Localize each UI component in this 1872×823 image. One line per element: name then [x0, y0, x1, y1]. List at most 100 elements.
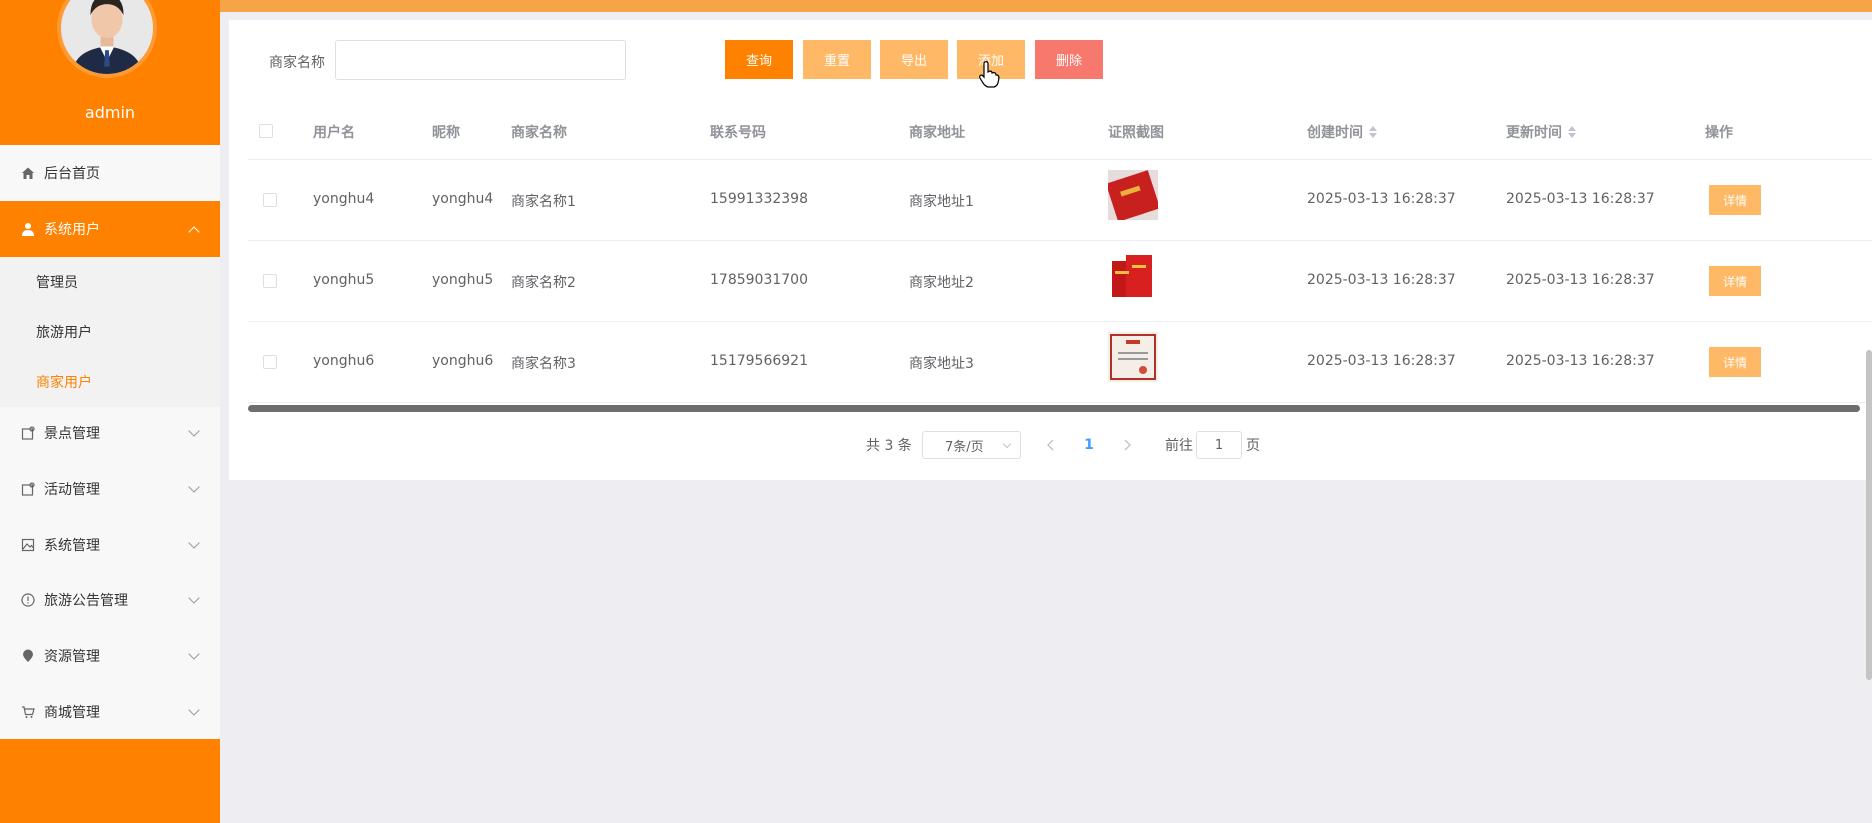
top-bar: [220, 0, 1872, 12]
column-header-label: 创建时间: [1307, 125, 1363, 141]
menu-item-announcements[interactable]: 旅游公告管理: [0, 572, 220, 628]
tag-icon: [20, 481, 36, 497]
menu-item-attractions[interactable]: 景点管理: [0, 405, 220, 461]
menu-item-mall[interactable]: 商城管理: [0, 684, 220, 740]
column-header-username: 用户名: [313, 125, 355, 141]
cell-nickname: yonghu4: [432, 191, 494, 207]
horizontal-scrollbar[interactable]: [248, 405, 1860, 412]
menu-item-home[interactable]: 后台首页: [0, 145, 220, 201]
license-thumbnail[interactable]: [1108, 251, 1158, 301]
cell-phone: 17859031700: [710, 272, 808, 288]
row-checkbox[interactable]: [263, 274, 277, 288]
cart-icon: [20, 704, 36, 720]
cell-username: yonghu6: [313, 353, 375, 369]
next-page-button[interactable]: [1120, 431, 1134, 459]
cell-address: 商家地址1: [909, 194, 974, 210]
cell-address: 商家地址3: [909, 356, 974, 372]
cell-shop-name: 商家名称3: [511, 356, 576, 372]
column-header-shop-name: 商家名称: [511, 125, 567, 141]
column-header-label: 更新时间: [1506, 125, 1562, 141]
cell-shop-name: 商家名称2: [511, 275, 576, 291]
menu-item-label: 系统管理: [44, 538, 100, 554]
goto-label: 前往: [1165, 438, 1193, 454]
select-all-checkbox[interactable]: [259, 124, 273, 138]
shop-name-search-input[interactable]: [335, 40, 626, 80]
sidebar-header: admin: [0, 0, 220, 145]
row-checkbox[interactable]: [263, 193, 277, 207]
menu-item-label: 商城管理: [44, 705, 100, 721]
menu-item-system-users[interactable]: 系统用户: [0, 201, 220, 257]
location-icon: [20, 648, 36, 664]
cell-phone: 15991332398: [710, 191, 808, 207]
cell-username: yonghu4: [313, 191, 375, 207]
chevron-down-icon: [188, 592, 200, 604]
delete-button[interactable]: 删除: [1035, 40, 1103, 79]
prev-page-button[interactable]: [1044, 431, 1058, 459]
column-header-created-time[interactable]: 创建时间: [1307, 122, 1377, 142]
sidebar-footer: [0, 739, 220, 823]
goto-page-input[interactable]: 1: [1196, 431, 1242, 459]
detail-button[interactable]: 详情: [1709, 266, 1761, 296]
chevron-down-icon: [188, 425, 200, 437]
menu-item-label: 旅游公告管理: [44, 593, 128, 609]
cell-created-time: 2025-03-13 16:28:37: [1307, 191, 1456, 207]
license-thumbnail[interactable]: [1108, 332, 1158, 382]
vertical-scrollbar[interactable]: [1866, 350, 1872, 680]
user-icon: [20, 221, 36, 237]
chevron-left-icon: [1047, 439, 1054, 451]
sidebar: admin 后台首页 系统用户 管理员 旅游用户 商家用户 景点管理 活动管理: [0, 0, 220, 823]
menu-item-label: 活动管理: [44, 482, 100, 498]
query-button[interactable]: 查询: [725, 40, 793, 79]
chevron-down-icon: [188, 704, 200, 716]
table-row: yonghu6 yonghu6 商家名称3 15179566921 商家地址3 …: [248, 322, 1872, 403]
column-header-actions: 操作: [1705, 125, 1733, 141]
column-header-license-image: 证照截图: [1108, 125, 1164, 141]
cell-created-time: 2025-03-13 16:28:37: [1307, 272, 1456, 288]
cell-nickname: yonghu5: [432, 272, 494, 288]
home-icon: [20, 165, 36, 181]
page-suffix-label: 页: [1246, 438, 1260, 454]
detail-button[interactable]: 详情: [1709, 347, 1761, 377]
reset-button[interactable]: 重置: [803, 40, 871, 79]
cell-phone: 15179566921: [710, 353, 808, 369]
picture-icon: [20, 537, 36, 553]
cell-address: 商家地址2: [909, 275, 974, 291]
menu-item-resources[interactable]: 资源管理: [0, 628, 220, 684]
license-thumbnail[interactable]: [1108, 170, 1158, 220]
detail-button[interactable]: 详情: [1709, 185, 1761, 215]
chevron-down-icon: [188, 481, 200, 493]
cell-updated-time: 2025-03-13 16:28:37: [1506, 272, 1655, 288]
admin-name: admin: [84, 103, 136, 122]
table-header: 用户名 昵称 商家名称 联系号码 商家地址 证照截图 创建时间 更新时间 操作: [248, 106, 1872, 160]
search-label: 商家名称: [269, 55, 325, 71]
chevron-down-icon: [1002, 439, 1012, 449]
menu-item-system-management[interactable]: 系统管理: [0, 517, 220, 573]
menu-item-activities[interactable]: 活动管理: [0, 461, 220, 517]
menu-item-label: 后台首页: [44, 166, 100, 182]
row-checkbox[interactable]: [263, 355, 277, 369]
avatar: [57, 0, 157, 78]
cell-nickname: yonghu6: [432, 353, 494, 369]
export-button[interactable]: 导出: [880, 40, 948, 79]
pagination-total: 共 3 条: [866, 438, 912, 454]
info-icon: [20, 592, 36, 608]
menu-item-label: 景点管理: [44, 426, 100, 442]
submenu-item-merchant-users[interactable]: 商家用户: [0, 357, 220, 407]
chevron-down-icon: [188, 537, 200, 549]
column-header-updated-time[interactable]: 更新时间: [1506, 122, 1576, 142]
submenu-item-admin[interactable]: 管理员: [0, 257, 220, 307]
submenu-item-tourist-users[interactable]: 旅游用户: [0, 307, 220, 357]
cell-updated-time: 2025-03-13 16:28:37: [1506, 191, 1655, 207]
cell-updated-time: 2025-03-13 16:28:37: [1506, 353, 1655, 369]
column-header-phone: 联系号码: [710, 125, 766, 141]
cell-username: yonghu5: [313, 272, 375, 288]
chevron-up-icon: [188, 226, 200, 238]
page-size-select[interactable]: 7条/页: [922, 431, 1021, 459]
chevron-right-icon: [1124, 439, 1131, 451]
menu-item-label: 系统用户: [44, 222, 100, 238]
sort-icon[interactable]: [1568, 126, 1576, 138]
sort-icon[interactable]: [1369, 126, 1377, 138]
page-number-current[interactable]: 1: [1083, 431, 1095, 459]
cell-created-time: 2025-03-13 16:28:37: [1307, 353, 1456, 369]
hand-cursor-icon: [979, 61, 1000, 88]
